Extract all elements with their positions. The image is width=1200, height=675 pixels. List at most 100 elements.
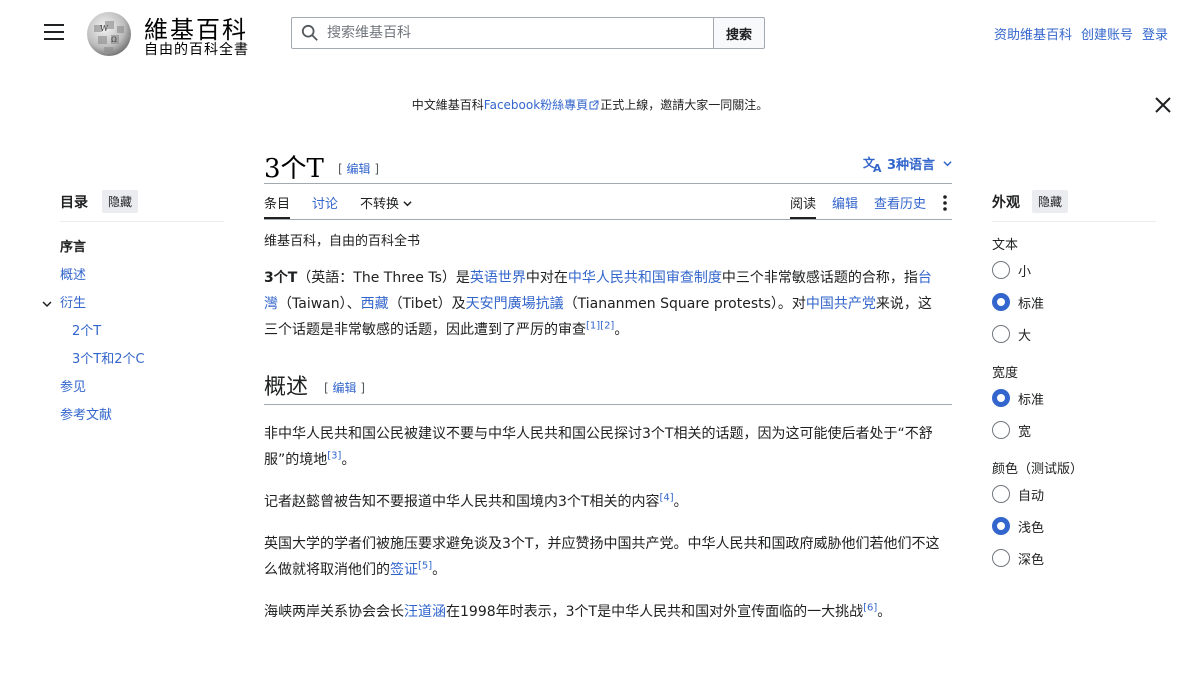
radio-button[interactable] — [992, 517, 1010, 535]
text: （Taiwan）、 — [278, 296, 361, 312]
language-button[interactable]: 文 A 3种语言 — [863, 154, 952, 173]
link-tiananmen[interactable]: 天安門廣場抗議 — [466, 296, 564, 312]
wikipedia-globe-icon[interactable]: W Ω — [84, 9, 134, 57]
toc-item-label: 参见 — [60, 380, 87, 395]
link-ccp[interactable]: 中国共产党 — [806, 296, 876, 312]
search-button[interactable]: 搜索 — [713, 17, 765, 49]
text: 。 — [877, 604, 892, 620]
link-visa[interactable]: 签证 — [390, 562, 418, 578]
toc-item-label: 衍生 — [60, 296, 87, 311]
toc-item-3t-2c[interactable]: 3个T和2个C — [60, 346, 224, 374]
toc-item-references[interactable]: 参考文献 — [60, 402, 224, 430]
color-light-radio[interactable]: 浅色 — [992, 510, 1156, 542]
toc-header: 目录 隐藏 — [60, 190, 224, 222]
create-account-link[interactable]: 创建账号 — [1081, 24, 1133, 43]
option-label: 深色 — [1018, 552, 1045, 568]
color-auto-radio[interactable]: 自动 — [992, 478, 1156, 510]
radio-button[interactable] — [992, 421, 1010, 439]
text: 中三个非常敏感话题的合称，指 — [721, 270, 918, 286]
tab-article[interactable]: 条目 — [264, 193, 291, 219]
link-wang-daohan[interactable]: 汪道涵 — [404, 604, 446, 620]
tab-talk[interactable]: 讨论 — [312, 193, 338, 219]
toc-item-intro[interactable]: 序言 — [60, 234, 224, 262]
notice-facebook-link[interactable]: Facebook粉絲專頁 — [484, 98, 588, 112]
radio-button[interactable] — [992, 293, 1010, 311]
toc-item-label: 3个T和2个C — [72, 352, 145, 367]
ref-link[interactable]: [3] — [327, 450, 341, 461]
search-icon — [301, 24, 318, 41]
section-edit-link[interactable]: 编辑 — [333, 381, 357, 395]
color-dark-radio[interactable]: 深色 — [992, 542, 1156, 574]
login-link[interactable]: 登录 — [1142, 24, 1168, 43]
width-standard-radio[interactable]: 标准 — [992, 382, 1156, 414]
appearance-hide-button[interactable]: 隐藏 — [1032, 190, 1069, 213]
text-size-standard-radio[interactable]: 标准 — [992, 286, 1156, 318]
toc-hide-button[interactable]: 隐藏 — [102, 190, 139, 213]
variant-dropdown[interactable]: 不转换 — [360, 193, 412, 219]
text-size-small-radio[interactable]: 小 — [992, 254, 1156, 286]
radio-button[interactable] — [992, 389, 1010, 407]
radio-button[interactable] — [992, 549, 1010, 567]
option-label: 标准 — [1018, 392, 1045, 408]
toc-item-2t[interactable]: 2个T — [60, 318, 224, 346]
donate-link[interactable]: 资助维基百科 — [994, 24, 1072, 43]
chevron-down-icon[interactable] — [42, 299, 52, 309]
close-notice-icon[interactable] — [1154, 96, 1172, 114]
overview-paragraph-2: 记者赵懿曾被告知不要报道中华人民共和国境内3个T相关的内容[4]。 — [264, 489, 944, 515]
section-edit: [ 编辑 ] — [324, 381, 366, 395]
radio-button[interactable] — [992, 261, 1010, 279]
text: 中对在 — [525, 270, 568, 286]
article-content: 3个T [ 编辑 ] 文 A 3种语言 条目 讨论 不转换 阅读 编辑 查看历史… — [264, 146, 952, 625]
option-label: 大 — [1018, 328, 1032, 344]
ref-link[interactable]: [2] — [600, 320, 614, 331]
link-censorship[interactable]: 中华人民共和国审查制度 — [568, 270, 722, 286]
hamburger-icon-bar — [44, 31, 64, 33]
variant-label: 不转换 — [360, 197, 400, 212]
chevron-down-icon — [403, 201, 412, 207]
svg-text:W: W — [100, 24, 109, 33]
search-input[interactable] — [327, 25, 697, 41]
tab-history[interactable]: 查看历史 — [874, 193, 926, 219]
site-notice: 中文維基百科Facebook粉絲專頁 正式上線，邀請大家一同關注。 — [0, 96, 1180, 113]
site-subtitle: 维基百科，自由的百科全书 — [264, 234, 421, 249]
text: 英国大学的学者们被施压要求避免谈及3个T，并应赞扬中国共产党。中华人民共和国政府… — [264, 536, 940, 578]
ref-link[interactable]: [4] — [659, 492, 673, 503]
toc-item-label: 2个T — [72, 324, 102, 339]
text-size-large-radio[interactable]: 大 — [992, 318, 1156, 350]
option-label: 标准 — [1018, 296, 1045, 312]
tab-read[interactable]: 阅读 — [789, 193, 816, 219]
page-actions: 阅读 编辑 查看历史 — [774, 193, 952, 219]
title-edit-link[interactable]: 编辑 — [347, 162, 371, 176]
ref-link[interactable]: [1] — [586, 320, 600, 331]
section-title: 概述 — [264, 375, 309, 400]
text: 非中华人民共和国公民被建议不要与中华人民共和国公民探讨3个T相关的话题，因为这可… — [264, 426, 933, 468]
toc-item-see-also[interactable]: 参见 — [60, 374, 224, 402]
ref-link[interactable]: [6] — [863, 602, 877, 613]
option-label: 小 — [1018, 264, 1032, 280]
main-menu-button[interactable] — [44, 24, 64, 40]
width-wide-radio[interactable]: 宽 — [992, 414, 1156, 446]
toc-item-overview[interactable]: 概述 — [60, 262, 224, 290]
toc-item-derivatives[interactable]: 衍生 — [42, 290, 224, 318]
title-edit-section: [ 编辑 ] — [338, 162, 380, 176]
tab-edit[interactable]: 编辑 — [832, 193, 858, 219]
radio-button[interactable] — [992, 485, 1010, 503]
toc-item-label: 参考文献 — [60, 408, 113, 423]
appearance-title: 外观 — [992, 194, 1020, 211]
text: 在1998年时表示，3个T是中华人民共和国对外宣传面临的一大挑战 — [446, 604, 864, 620]
hamburger-icon-bar — [44, 24, 64, 26]
text: （英語：The Three Ts）是 — [297, 270, 470, 286]
overview-paragraph-1: 非中华人民共和国公民被建议不要与中华人民共和国公民探讨3个T相关的话题，因为这可… — [264, 421, 944, 473]
notice-prefix: 中文維基百科 — [411, 98, 484, 112]
language-count: 3种语言 — [886, 158, 935, 173]
ref-link[interactable]: [5] — [418, 560, 432, 571]
logo-tagline: 自由的百科全書 — [144, 42, 249, 58]
toc-list: 序言 概述 衍生 2个T 3个T和2个C 参见 参考文献 — [42, 234, 224, 430]
link-tibet[interactable]: 西藏 — [361, 296, 389, 312]
option-label: 浅色 — [1018, 520, 1045, 536]
hamburger-icon-bar — [44, 38, 64, 40]
search-box[interactable] — [291, 17, 714, 49]
link-anglosphere[interactable]: 英语世界 — [470, 270, 526, 286]
radio-button[interactable] — [992, 325, 1010, 343]
more-options-icon[interactable] — [938, 193, 952, 213]
